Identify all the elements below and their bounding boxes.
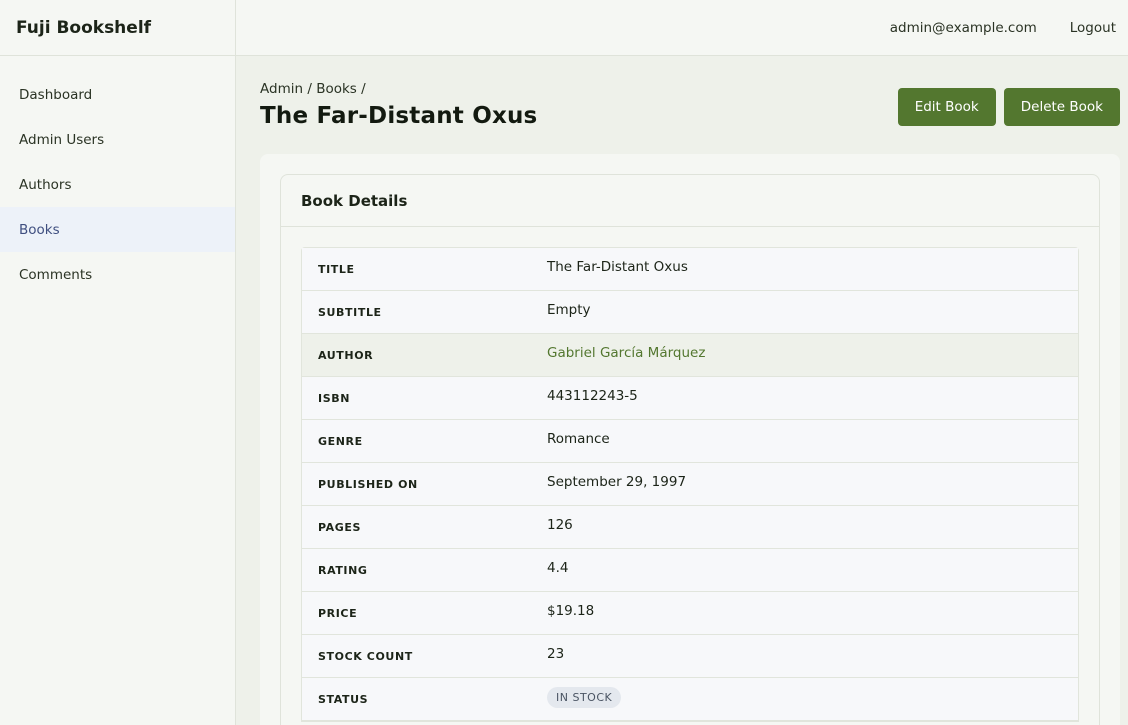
detail-row-subtitle: SUBTITLE Empty	[302, 291, 1078, 334]
detail-label: TITLE	[318, 263, 355, 276]
detail-label: ISBN	[318, 392, 351, 405]
detail-label: PAGES	[318, 521, 362, 534]
breadcrumb: Admin / Books /	[260, 81, 366, 97]
sidebar-item-admin-users[interactable]: Admin Users	[0, 117, 235, 162]
sidebar-item-dashboard[interactable]: Dashboard	[0, 72, 235, 117]
sidebar-item-comments[interactable]: Comments	[0, 252, 235, 297]
sidebar: Fuji Bookshelf Dashboard Admin Users Aut…	[0, 0, 236, 725]
logout-link[interactable]: Logout	[1070, 20, 1116, 36]
detail-value: Romance	[547, 431, 610, 447]
detail-value: Empty	[547, 302, 591, 318]
detail-value: IN STOCK	[547, 678, 1078, 720]
breadcrumb-separator: /	[361, 81, 366, 97]
details-table: TITLE The Far-Distant Oxus SUBTITLE Empt…	[301, 247, 1079, 722]
detail-label: PUBLISHED ON	[318, 478, 418, 491]
book-details-card: Book Details TITLE The Far-Distant Oxus …	[280, 174, 1100, 725]
breadcrumb-admin[interactable]: Admin	[260, 81, 303, 97]
detail-label: GENRE	[318, 435, 363, 448]
detail-label: STOCK COUNT	[318, 650, 413, 663]
edit-book-button[interactable]: Edit Book	[897, 88, 996, 126]
topbar: admin@example.com Logout	[236, 0, 1128, 56]
breadcrumb-separator: /	[307, 81, 312, 97]
detail-row-rating: RATING 4.4	[302, 549, 1078, 592]
sidebar-item-authors[interactable]: Authors	[0, 162, 235, 207]
detail-label: SUBTITLE	[318, 306, 382, 319]
detail-value: 443112243-5	[547, 388, 638, 404]
detail-row-pages: PAGES 126	[302, 506, 1078, 549]
detail-value: The Far-Distant Oxus	[547, 259, 688, 275]
detail-value: 23	[547, 646, 565, 662]
page-actions: Edit Book Delete Book	[897, 88, 1120, 126]
detail-row-stock-count: STOCK COUNT 23	[302, 635, 1078, 678]
author-link[interactable]: Gabriel García Márquez	[547, 334, 1078, 376]
detail-value: September 29, 1997	[547, 474, 687, 490]
brand-title[interactable]: Fuji Bookshelf	[0, 0, 235, 56]
card-header: Book Details	[281, 175, 1099, 227]
sidebar-item-books[interactable]: Books	[0, 207, 235, 252]
detail-value: $19.18	[547, 603, 595, 619]
status-badge: IN STOCK	[547, 687, 622, 708]
main-content: Admin / Books / The Far-Distant Oxus Edi…	[236, 56, 1128, 725]
detail-label: STATUS	[318, 693, 369, 706]
delete-book-button[interactable]: Delete Book	[1003, 88, 1120, 126]
detail-row-genre: GENRE Romance	[302, 420, 1078, 463]
detail-label: PRICE	[318, 607, 358, 620]
detail-value: 126	[547, 517, 573, 533]
detail-row-author: AUTHOR Gabriel García Márquez	[302, 334, 1078, 377]
detail-value: 4.4	[547, 560, 569, 576]
page-title: The Far-Distant Oxus	[260, 103, 538, 129]
detail-row-price: PRICE $19.18	[302, 592, 1078, 635]
user-email: admin@example.com	[889, 19, 1037, 36]
sidebar-nav: Dashboard Admin Users Authors Books Comm…	[0, 56, 235, 297]
detail-label: RATING	[318, 564, 368, 577]
breadcrumb-books[interactable]: Books	[316, 81, 357, 97]
content-panel: Book Details TITLE The Far-Distant Oxus …	[260, 154, 1120, 725]
detail-row-published-on: PUBLISHED ON September 29, 1997	[302, 463, 1078, 506]
detail-row-title: TITLE The Far-Distant Oxus	[302, 248, 1078, 291]
detail-row-status: STATUS IN STOCK	[302, 678, 1078, 721]
detail-row-isbn: ISBN 443112243-5	[302, 377, 1078, 420]
detail-label: AUTHOR	[318, 349, 374, 362]
